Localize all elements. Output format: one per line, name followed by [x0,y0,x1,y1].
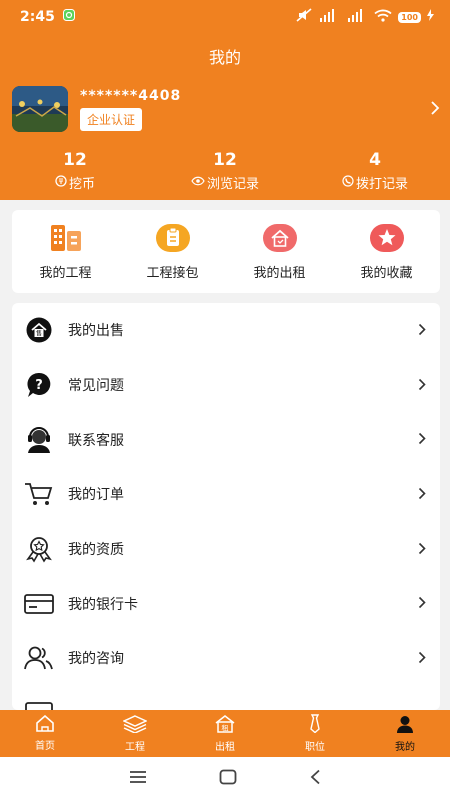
building-icon [48,220,84,256]
chevron-right-icon [418,430,426,449]
home-square-icon[interactable] [219,769,237,789]
mute-icon [296,8,312,26]
tab-label: 工程 [125,741,145,753]
quick-my-rentals[interactable]: 我的出租 [226,210,333,293]
menu-my-orders[interactable]: 我的订单 [12,467,440,522]
account-number: *******4408 [80,87,182,104]
rent-house-icon [262,220,298,256]
profile-header: 2:45 100 我的 *******4408 企业认证 12 挖币 12 浏览… [0,0,450,200]
menu-icon[interactable] [129,769,147,788]
sale-house-icon: 售 [24,315,54,345]
tab-projects[interactable]: 工程 [90,710,180,757]
question-icon: ? [24,370,54,400]
chevron-right-icon [418,540,426,559]
avatar[interactable] [12,86,68,132]
quick-label: 我的出租 [253,266,306,281]
stat-label: 拨打记录 [355,177,408,192]
stat-value: 4 [369,150,381,170]
coin-icon [55,174,67,191]
quick-my-favorites[interactable]: 我的收藏 [333,210,440,293]
quick-label: 我的工程 [39,266,92,281]
chevron-right-icon [418,649,426,668]
menu-label: 联系客服 [68,432,124,449]
headset-icon [24,425,54,455]
menu-label: 我的资质 [68,542,124,559]
bank-card-icon [24,589,54,619]
quick-actions-card: 我的工程 工程接包 我的出租 我的收藏 [12,210,440,293]
clipboard-icon [155,220,191,256]
phone-icon [342,174,354,191]
bottom-tab-bar: 首页 工程 租 出租 职位 我的 [0,710,450,757]
signal-icon-2 [346,8,368,26]
quick-project-contracting[interactable]: 工程接包 [119,210,226,293]
app-notification-icon [62,9,75,25]
person-icon [396,715,414,737]
tab-jobs[interactable]: 职位 [270,710,360,757]
enterprise-cert-button[interactable]: 企业认证 [80,107,143,131]
star-icon [369,220,405,256]
chevron-right-icon [418,485,426,504]
stat-coins[interactable]: 12 挖币 [0,150,150,192]
menu-label: 我的订单 [68,487,124,504]
quick-label: 工程接包 [146,266,199,281]
tab-label: 出租 [215,741,235,753]
menu-label: 我的银行卡 [68,596,138,613]
menu-my-sales[interactable]: 售 我的出售 [12,303,440,358]
menu-contact-support[interactable]: 联系客服 [12,412,440,467]
cart-icon [24,479,54,509]
chevron-right-icon [418,376,426,395]
chevron-right-icon [418,321,426,340]
chevron-right-icon [418,594,426,613]
stat-call-history[interactable]: 4 拨打记录 [300,150,450,192]
tab-mine[interactable]: 我的 [360,710,450,757]
menu-faq[interactable]: ? 常见问题 [12,358,440,413]
menu-label: 我的咨询 [68,651,124,668]
tab-label: 职位 [305,742,325,753]
rent-icon: 租 [214,714,236,737]
charging-icon [427,9,434,25]
status-bar: 2:45 100 [20,6,434,28]
stat-label: 挖币 [68,177,95,192]
svg-text:售: 售 [36,330,42,338]
status-time: 2:45 [20,9,55,25]
document-icon [24,698,54,710]
system-nav-bar [0,757,450,800]
layers-icon [122,714,148,737]
quick-label: 我的收藏 [360,266,413,281]
eye-icon [191,175,205,190]
battery-icon: 100 [398,11,421,23]
consult-icon [24,643,54,673]
profile-card[interactable]: *******4408 企业认证 [12,84,440,134]
stats-row: 12 挖币 12 浏览记录 4 拨打记录 [0,150,450,192]
stat-value: 12 [213,150,237,170]
stat-browse-history[interactable]: 12 浏览记录 [150,150,300,192]
award-icon [24,534,54,564]
quick-my-projects[interactable]: 我的工程 [12,210,119,293]
tab-label: 我的 [395,741,415,753]
menu-label: 我的出售 [68,323,124,340]
tab-home[interactable]: 首页 [0,710,90,757]
tie-icon [308,714,322,737]
back-icon[interactable] [309,769,321,789]
svg-text:?: ? [35,378,43,393]
page-title: 我的 [208,48,241,67]
tab-rent[interactable]: 租 出租 [180,710,270,757]
home-icon [35,714,55,736]
wifi-icon [374,9,392,26]
stat-label: 浏览记录 [206,177,259,192]
chevron-right-icon[interactable] [430,100,440,119]
menu-label: 常见问题 [68,378,124,395]
menu-partial-item[interactable] [12,686,440,710]
menu-my-consultations[interactable]: 我的咨询 [12,631,440,686]
svg-text:租: 租 [222,724,229,732]
tab-label: 首页 [35,741,55,752]
menu-list: 售 我的出售 ? 常见问题 联系客服 我的订单 我的资质 我的银行卡 我的咨询 [12,303,440,710]
menu-my-bank-cards[interactable]: 我的银行卡 [12,576,440,631]
menu-my-qualifications[interactable]: 我的资质 [12,522,440,577]
signal-icon [318,8,340,26]
stat-value: 12 [63,150,87,170]
